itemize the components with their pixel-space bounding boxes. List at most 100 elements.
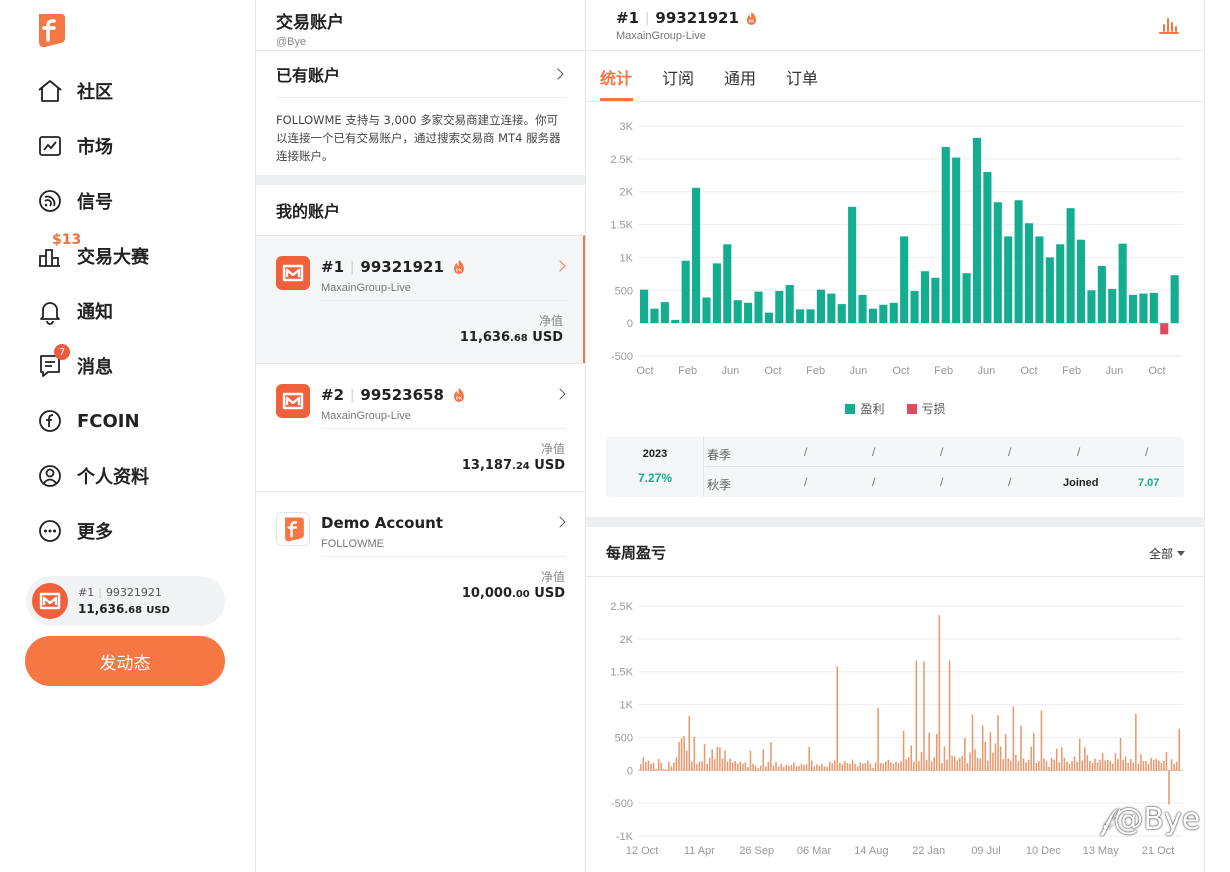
account-broker: FOLLOWME [321, 538, 384, 550]
weekly-bar [752, 763, 754, 771]
weekly-bar [670, 766, 673, 771]
profit-bar [1149, 292, 1158, 324]
x-tick-label: 22 Jan [912, 845, 945, 857]
weekly-bar [890, 762, 892, 771]
nav-item-1[interactable]: 市场 [36, 128, 113, 164]
weekly-bar [1127, 763, 1129, 771]
account-card-demo[interactable]: Demo Account FOLLOWME 净值 10,000.00 USD [256, 491, 585, 619]
account-broker: MaxainGroup-Live [321, 410, 411, 422]
weekly-bar [1158, 760, 1160, 771]
weekly-bar [895, 761, 897, 771]
account-id: 99321921 [360, 258, 444, 276]
weekly-bar [759, 765, 762, 771]
accounts-header: 交易账户 @Bye [256, 0, 585, 51]
profit-bar [640, 289, 649, 324]
legend-loss[interactable]: 亏损 [906, 400, 946, 417]
profit-bar [785, 285, 794, 324]
weekly-bar [1129, 759, 1132, 771]
profile-icon [36, 462, 64, 490]
y-tick-label: 2K [620, 634, 634, 646]
followme-logo-icon[interactable] [35, 12, 65, 48]
weekly-bar [719, 747, 721, 771]
weekly-bar [823, 766, 826, 771]
weekly-bar [897, 763, 900, 771]
weekly-bar [698, 761, 701, 771]
weekly-bar [1066, 761, 1068, 771]
tab-stats[interactable]: 统计 [600, 65, 632, 89]
pk-fire-icon: PK [453, 260, 464, 274]
weekly-bar [657, 759, 660, 771]
tab-orders[interactable]: 订单 [786, 65, 818, 89]
weekly-bar [767, 761, 770, 771]
weekly-bar [714, 759, 716, 771]
weekly-bar [877, 707, 879, 771]
weekly-bar [844, 761, 846, 771]
nav-item-6[interactable]: FCOIN [36, 403, 140, 439]
weekly-bar [798, 765, 800, 771]
season-spring-label: 春季 [707, 448, 732, 462]
weekly-bar [1117, 759, 1119, 771]
nav-item-4[interactable]: 通知 [36, 293, 113, 329]
profit-bar [816, 289, 825, 324]
weekly-bar [872, 767, 874, 771]
detail-account-num: #1 [616, 9, 640, 27]
watermark: 𝒻@Bye [1100, 802, 1201, 837]
weekly-bar [1027, 759, 1030, 771]
weekly-bar [948, 660, 951, 771]
weekly-bar [1045, 761, 1048, 771]
weekly-bar [979, 758, 981, 771]
tab-general[interactable]: 通用 [724, 65, 756, 89]
weekly-bar [647, 760, 650, 771]
legend-profit[interactable]: 盈利 [845, 400, 885, 417]
followme-logo-icon [276, 512, 310, 546]
weekly-bar [640, 764, 642, 771]
weekly-bar [1168, 770, 1170, 805]
profit-bar [1004, 236, 1013, 324]
current-account-pill[interactable]: #1 | 99321921 11,636.68 USD [26, 576, 225, 626]
x-tick-label: 14 Aug [854, 845, 888, 857]
weekly-bar [1025, 762, 1027, 771]
weekly-bar [1124, 756, 1127, 771]
weekly-filter-dropdown[interactable]: 全部 [1149, 545, 1185, 562]
nav-item-2[interactable]: 信号 [36, 183, 113, 219]
equity-label: 净值 [540, 442, 565, 456]
x-tick-label: Jun [849, 365, 867, 377]
weekly-bar [1010, 760, 1012, 771]
weekly-bar [1068, 763, 1071, 771]
weekly-bar [1175, 761, 1178, 771]
bar-chart-icon[interactable] [1158, 14, 1180, 36]
account-card-1[interactable]: #1 | 99321921 PK MaxainGroup-Live 净值 11,63… [256, 235, 585, 363]
weekly-bar [803, 765, 805, 771]
nav-item-7[interactable]: 个人资料 [36, 458, 149, 494]
profit-bar [796, 309, 805, 324]
section-divider [256, 175, 585, 185]
weekly-bar [650, 763, 652, 771]
weekly-bar [1165, 751, 1168, 771]
weekly-bar [918, 761, 920, 771]
nav-item-8[interactable]: 更多 [36, 513, 113, 549]
x-tick-label: Feb [678, 365, 697, 377]
y-tick-label: 500 [615, 285, 633, 297]
season-percent: 7.27% [637, 471, 673, 485]
chevron-right-icon [552, 67, 564, 80]
profit-bar [723, 244, 732, 324]
weekly-bar [1132, 762, 1135, 771]
weekly-bar [966, 763, 969, 771]
account-card-2[interactable]: #2 | 99523658 PK MaxainGroup-Live 净值 13,18… [256, 363, 585, 491]
profit-bar [1118, 243, 1127, 324]
weekly-bar [734, 761, 736, 771]
weekly-bar [1043, 758, 1045, 771]
weekly-bar [882, 763, 884, 771]
nav-item-3[interactable]: $13 交易大赛 [36, 232, 149, 274]
weekly-bar [816, 764, 818, 771]
weekly-bar [683, 736, 685, 771]
nav-item-0[interactable]: 社区 [36, 73, 113, 109]
existing-account-link[interactable]: 已有账户 [276, 60, 566, 98]
weekly-bar [836, 666, 839, 771]
tab-subscription[interactable]: 订阅 [662, 65, 694, 89]
nav-item-5[interactable]: 7 消息 [36, 344, 113, 384]
post-button[interactable]: 发动态 [25, 636, 225, 686]
weekly-bar [736, 763, 739, 771]
x-tick-label: Jun [721, 365, 739, 377]
weekly-bar [969, 752, 971, 771]
